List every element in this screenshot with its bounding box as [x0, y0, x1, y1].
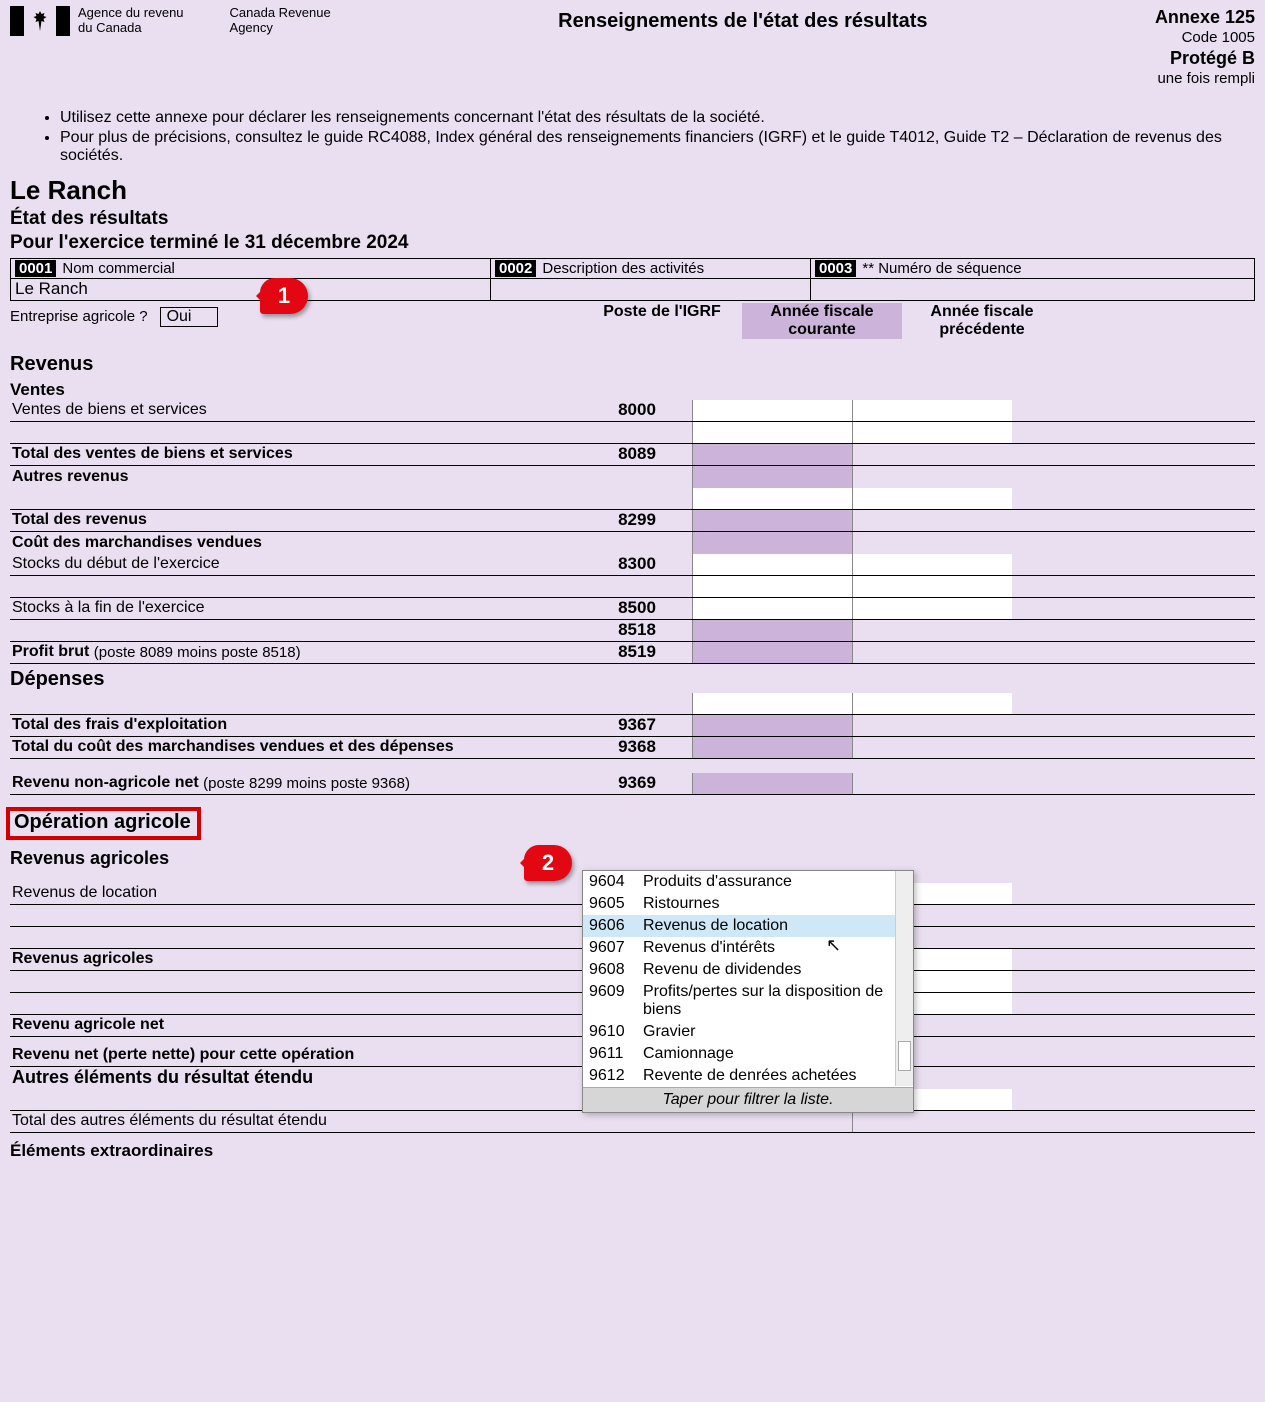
field-description: 0002 Description des activités: [491, 259, 811, 300]
line-ventes-biens: Ventes de biens et services 8000: [10, 400, 1255, 422]
line-cout-marchv-h: Coût des marchandises vendues: [10, 532, 1255, 554]
line-stocks-fin: Stocks à la fin de l'exercice 8500: [10, 598, 1255, 620]
dropdown-option[interactable]: 9604Produits d'assurance: [583, 871, 913, 893]
form-annex-info: Annexe 125 Code 1005 Protégé B une fois …: [1155, 6, 1255, 89]
field-sequence: 0003 ** Numéro de séquence: [811, 259, 1254, 300]
field-label: Nom commercial: [62, 260, 175, 277]
instructions-list: Utilisez cette annexe pour déclarer les …: [40, 109, 1245, 165]
section-rev-agricoles: Revenus agricoles: [10, 848, 1255, 869]
canada-flag-icon: [10, 6, 70, 36]
agency-name-fr: Agence du revenu du Canada: [78, 6, 184, 36]
form-header: Agence du revenu du Canada Canada Revenu…: [10, 6, 1255, 89]
scrollbar-thumb[interactable]: [898, 1041, 911, 1071]
col-header-gcode: Poste de l'IGRF: [582, 303, 742, 339]
dropdown-option[interactable]: 9607Revenus d'intérêts: [583, 937, 913, 959]
company-name: Le Ranch: [10, 175, 1255, 206]
line-total-autres-el: Total des autres éléments du résultat ét…: [10, 1111, 1255, 1133]
line-total-cout: Total du coût des marchandises vendues e…: [10, 737, 1255, 759]
statement-subtitle: État des résultats: [10, 208, 1255, 230]
instruction-item: Pour plus de précisions, consultez le gu…: [60, 129, 1225, 165]
section-ventes: Ventes: [10, 380, 1255, 400]
agency-name-en: Canada Revenue Agency: [230, 6, 331, 36]
callout-1: 1: [260, 278, 308, 314]
dropdown-filter-hint: Taper pour filtrer la liste.: [583, 1087, 913, 1112]
highlight-operation-agricole: Opération agricole: [6, 807, 201, 840]
line-rev-non-ag: Revenu non-agricole net (poste 8299 moin…: [10, 773, 1255, 795]
dropdown-option[interactable]: 9606Revenus de location: [583, 915, 913, 937]
form-title: Renseignements de l'état des résultats: [331, 6, 1155, 33]
field-code: 0002: [495, 260, 536, 277]
callout-2: 2: [524, 845, 572, 881]
line-blank: [10, 576, 1255, 598]
field-value[interactable]: [491, 278, 810, 300]
line-total-ventes: Total des ventes de biens et services 80…: [10, 444, 1255, 466]
line-blank: [10, 422, 1255, 444]
line-total-frais: Total des frais d'exploitation 9367: [10, 715, 1255, 737]
line-stocks-debut: Stocks du début de l'exercice 8300: [10, 554, 1255, 576]
line-total-revenus: Total des revenus 8299: [10, 510, 1255, 532]
dropdown-option[interactable]: 9612Revente de denrées achetées: [583, 1065, 913, 1087]
ag-answer-select[interactable]: Oui: [160, 307, 219, 327]
instruction-item: Utilisez cette annexe pour déclarer les …: [60, 109, 1225, 127]
dropdown-option[interactable]: 9611Camionnage: [583, 1043, 913, 1065]
maple-leaf-icon: [28, 9, 52, 33]
col-header-current: Année fiscale courante: [742, 303, 902, 339]
field-label: ** Numéro de séquence: [862, 260, 1021, 277]
amount-prev[interactable]: [852, 400, 1012, 421]
line-profit-brut: Profit brut (poste 8089 moins poste 8518…: [10, 642, 1255, 664]
dropdown-option[interactable]: 9605Ristournes: [583, 893, 913, 915]
ag-question-label: Entreprise agricole ?: [10, 308, 148, 325]
line-8518: 8518: [10, 620, 1255, 642]
dropdown-option[interactable]: 9610Gravier: [583, 1021, 913, 1043]
field-label: Description des activités: [542, 260, 704, 277]
line-autres-revenus: Autres revenus: [10, 466, 1255, 488]
dropdown-option[interactable]: 9609Profits/pertes sur la disposition de…: [583, 981, 913, 1021]
col-header-prev: Année fiscale précédente: [902, 303, 1062, 339]
period-line: Pour l'exercice terminé le 31 décembre 2…: [10, 232, 1255, 254]
field-value[interactable]: [811, 278, 1254, 300]
id-fields-row: 0001 Nom commercial Le Ranch 0002 Descri…: [10, 258, 1255, 301]
line-blank: [10, 488, 1255, 510]
section-elements-extra: Éléments extraordinaires: [10, 1141, 1255, 1161]
section-revenus: Revenus: [10, 353, 1255, 376]
line-blank: [10, 693, 1255, 715]
gov-logo-block: Agence du revenu du Canada Canada Revenu…: [10, 6, 331, 36]
field-code: 0003: [815, 260, 856, 277]
field-code: 0001: [15, 260, 56, 277]
amount-current[interactable]: [692, 400, 852, 421]
scrollbar[interactable]: [895, 871, 913, 1086]
section-depenses: Dépenses: [10, 668, 1255, 691]
gcode-dropdown[interactable]: 9604Produits d'assurance9605Ristournes96…: [582, 870, 914, 1113]
dropdown-option[interactable]: 9608Revenu de dividendes: [583, 959, 913, 981]
